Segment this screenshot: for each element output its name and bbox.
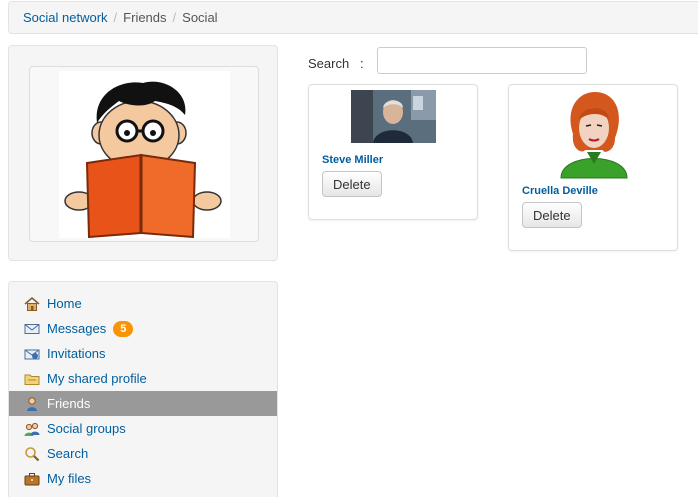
friend-name-link[interactable]: Steve Miller <box>322 154 383 166</box>
menu-item-label: Invitations <box>47 346 106 361</box>
breadcrumb-current: Social <box>182 10 218 25</box>
search-label-text: Search <box>308 56 350 71</box>
menu-item-label: Social groups <box>47 421 126 436</box>
breadcrumb-friends[interactable]: Friends <box>123 10 166 25</box>
delete-friend-button[interactable]: Delete <box>522 202 582 228</box>
magnifier-icon <box>24 446 40 462</box>
friend-card: Cruella Deville Delete <box>508 84 678 251</box>
menu-item-search[interactable]: Search <box>9 441 277 466</box>
unread-count-badge: 5 <box>113 320 134 337</box>
social-menu: Home Messages 5 Invitations My shared pr… <box>8 281 278 497</box>
delete-friend-button[interactable]: Delete <box>322 171 382 197</box>
avatar[interactable] <box>59 71 230 239</box>
menu-item-label: Home <box>47 296 82 311</box>
home-icon <box>24 296 40 312</box>
redhead-avatar-icon <box>560 92 628 179</box>
menu-item-messages[interactable]: Messages 5 <box>9 316 277 341</box>
menu-item-label: Messages <box>47 321 107 336</box>
menu-item-label: My shared profile <box>47 371 147 386</box>
person-photo-icon <box>351 90 436 143</box>
friend-card: Steve Miller Delete <box>308 84 478 220</box>
menu-item-label: Search <box>47 446 89 461</box>
envelope-icon <box>24 321 40 337</box>
menu-item-label: Friends <box>47 396 91 411</box>
friend-photo[interactable] <box>559 90 629 180</box>
menu-item-my-files[interactable]: My files <box>9 466 277 491</box>
friends-icon <box>24 396 40 412</box>
groups-icon <box>24 421 40 437</box>
folder-icon <box>24 371 40 387</box>
menu-item-home[interactable]: Home <box>9 291 277 316</box>
breadcrumb-separator: / <box>113 10 118 25</box>
invitation-icon <box>24 346 40 362</box>
friend-name-link[interactable]: Cruella Deville <box>522 185 598 197</box>
menu-item-social-groups[interactable]: Social groups <box>9 416 277 441</box>
breadcrumb: Social network / Friends / Social <box>8 1 698 34</box>
breadcrumb-separator: / <box>172 10 177 25</box>
search-input[interactable] <box>377 47 587 74</box>
briefcase-icon <box>24 471 40 487</box>
search-label-colon: : <box>360 56 364 71</box>
menu-item-label: My files <box>47 471 92 486</box>
breadcrumb-social-network[interactable]: Social network <box>23 10 108 25</box>
profile-avatar-panel <box>8 45 278 261</box>
search-label: Search : <box>308 56 364 71</box>
avatar-frame <box>29 66 259 242</box>
menu-item-friends[interactable]: Friends <box>9 391 277 416</box>
menu-item-invitations[interactable]: Invitations <box>9 341 277 366</box>
reading-boy-avatar-icon <box>64 81 222 239</box>
friend-photo[interactable] <box>351 90 436 143</box>
menu-item-my-shared-profile[interactable]: My shared profile <box>9 366 277 391</box>
